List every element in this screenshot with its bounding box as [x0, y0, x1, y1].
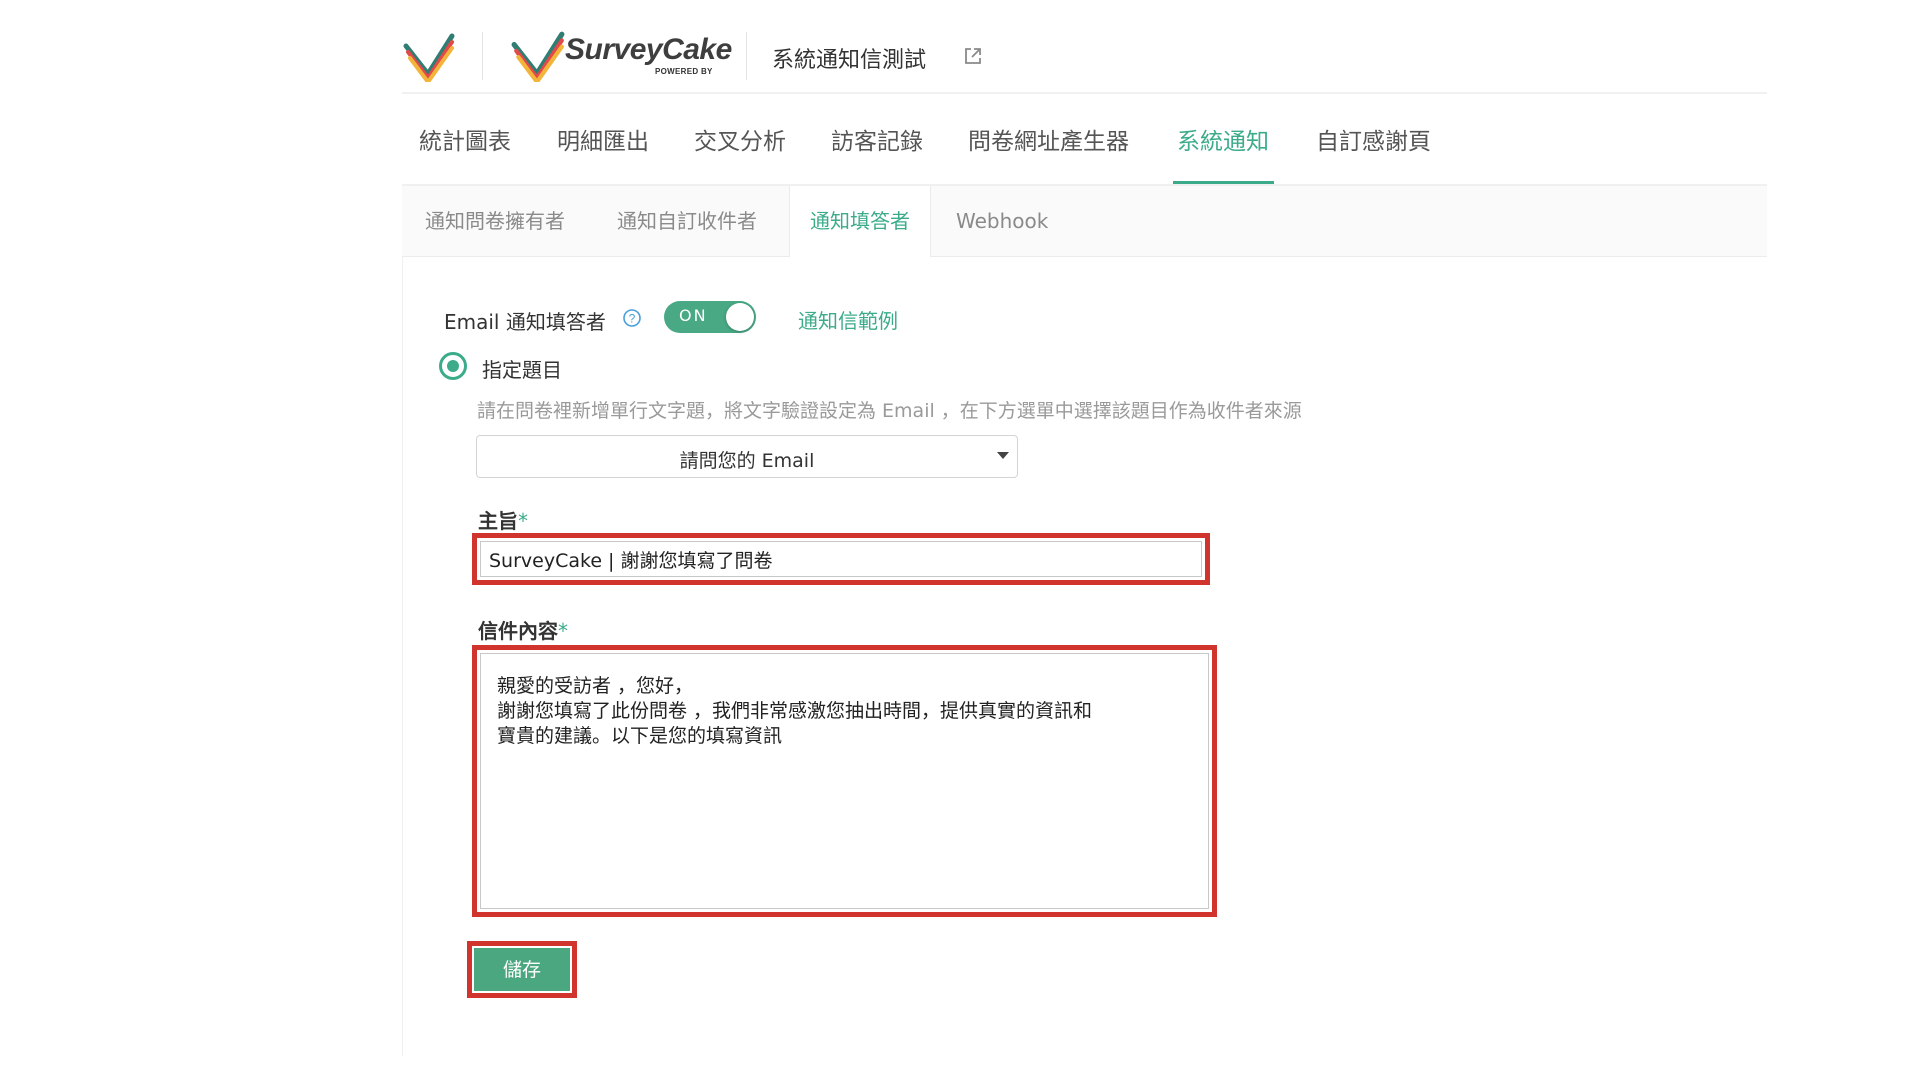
subject-highlight [472, 533, 1210, 585]
main-tabs: 統計圖表 明細匯出 交叉分析 訪客記錄 問卷網址產生器 系統通知 自訂感謝頁 [402, 92, 1767, 186]
tab-visitor-log[interactable]: 訪客記錄 [831, 122, 923, 156]
external-link-icon[interactable] [962, 45, 984, 67]
save-highlight: 儲存 [467, 941, 577, 998]
tab-statistics-chart[interactable]: 統計圖表 [419, 122, 511, 156]
subject-input[interactable] [480, 541, 1202, 577]
email-notify-label: Email 通知填答者 [444, 310, 606, 334]
active-tab-indicator [1173, 181, 1274, 184]
svg-text:?: ? [629, 312, 636, 326]
body-textarea[interactable]: 親愛的受訪者 ，您好， 謝謝您填寫了此份問卷 ，我們非常感激您抽出時間，提供真實… [480, 653, 1209, 909]
sub-tabs: 通知問卷擁有者 通知自訂收件者 通知填答者 Webhook [402, 186, 1767, 257]
tab-system-notification[interactable]: 系統通知 [1177, 122, 1269, 156]
tab-custom-thank-you[interactable]: 自訂感謝頁 [1316, 122, 1431, 156]
subtab-notify-custom[interactable]: 通知自訂收件者 [617, 186, 757, 256]
app-header: SurveyCake POWERED BY 系統通知信測試 [402, 0, 1767, 94]
tab-detail-export[interactable]: 明細匯出 [557, 122, 649, 156]
specify-question-label: 指定題目 [482, 358, 562, 382]
brand-powered-by: POWERED BY [655, 67, 713, 76]
radio-selected-dot [447, 360, 459, 372]
surveycake-logo-icon [511, 31, 565, 82]
content-border [402, 256, 403, 1056]
header-divider [746, 32, 747, 80]
save-button[interactable]: 儲存 [474, 948, 570, 991]
select-value: 請問您的 Email [679, 450, 815, 472]
header-divider [482, 32, 483, 80]
help-icon[interactable]: ? [622, 308, 642, 328]
required-mark: * [558, 619, 568, 643]
body-label: 信件內容* [478, 615, 568, 644]
subtab-notify-respondent[interactable]: 通知填答者 [789, 186, 931, 257]
survey-title: 系統通知信測試 [772, 48, 927, 73]
subject-label: 主旨* [478, 505, 528, 534]
email-notify-toggle[interactable]: ON [664, 301, 756, 333]
toggle-state-label: ON [679, 306, 708, 325]
recipient-question-select[interactable]: 請問您的 Email [476, 435, 1018, 478]
app-logo-icon[interactable] [402, 32, 456, 82]
recipient-hint-text: 請在問卷裡新增單行文字題，將文字驗證設定為 Email ，在下方選單中選擇該題目… [477, 400, 1302, 422]
brand-name: SurveyCake [565, 33, 732, 66]
email-example-link[interactable]: 通知信範例 [798, 305, 898, 334]
tab-cross-analysis[interactable]: 交叉分析 [694, 122, 786, 156]
subject-label-text: 主旨 [478, 509, 518, 533]
subtab-notify-owner[interactable]: 通知問卷擁有者 [425, 186, 565, 256]
toggle-knob [726, 303, 754, 331]
required-mark: * [518, 509, 528, 533]
subtab-webhook[interactable]: Webhook [956, 186, 1048, 256]
specify-question-radio[interactable] [439, 352, 467, 380]
body-highlight: 親愛的受訪者 ，您好， 謝謝您填寫了此份問卷 ，我們非常感激您抽出時間，提供真實… [472, 645, 1217, 917]
body-label-text: 信件內容 [478, 619, 558, 643]
tab-url-generator[interactable]: 問卷網址產生器 [968, 122, 1129, 156]
caret-down-icon [997, 452, 1009, 459]
page: SurveyCake POWERED BY 系統通知信測試 統計圖表 明細匯出 … [0, 0, 1920, 1080]
